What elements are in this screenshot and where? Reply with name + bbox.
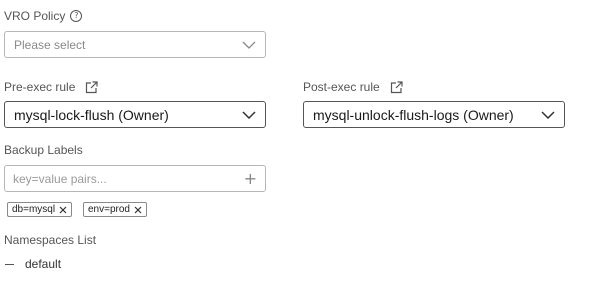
label-tag: db=mysql [7,202,73,217]
vro-policy-placeholder: Please select [14,37,86,52]
backup-labels-label: Backup Labels [4,143,83,157]
namespace-list-item: default [5,257,61,271]
post-exec-value: mysql-unlock-flush-logs (Owner) [313,106,514,123]
dash-icon [5,263,14,265]
post-exec-label-text: Post-exec rule [303,80,380,94]
post-exec-select[interactable]: mysql-unlock-flush-logs (Owner) [303,101,565,128]
close-icon[interactable] [134,206,142,214]
help-circle-icon[interactable]: ? [70,10,83,22]
pre-exec-label-text: Pre-exec rule [4,80,76,94]
vro-policy-label: VRO Policy ? [4,9,83,23]
post-exec-label: Post-exec rule [303,80,403,94]
label-tag: env=prod [83,202,147,217]
backup-labels-label-text: Backup Labels [4,143,83,157]
close-icon[interactable] [59,206,67,214]
tag-text: db=mysql [12,204,56,215]
pre-exec-value: mysql-lock-flush (Owner) [14,106,169,123]
backup-policy-form: VRO Policy ? Please select Pre-exec rule… [0,0,601,286]
tag-text: env=prod [88,204,130,215]
chevron-down-icon [242,41,256,49]
namespaces-label: Namespaces List [4,233,96,247]
external-link-icon[interactable] [85,80,98,94]
pre-exec-select[interactable]: mysql-lock-flush (Owner) [4,101,266,128]
namespace-name: default [25,257,62,271]
vro-policy-select[interactable]: Please select [4,31,266,58]
chevron-down-icon [541,110,555,119]
chevron-down-icon [242,110,256,119]
backup-labels-input[interactable] [13,171,244,186]
vro-policy-label-text: VRO Policy [4,9,66,23]
namespaces-label-text: Namespaces List [4,233,97,247]
plus-icon[interactable]: + [244,170,257,187]
pre-exec-label: Pre-exec rule [4,80,98,94]
backup-labels-input-box: + [4,165,266,192]
external-link-icon[interactable] [390,80,403,94]
